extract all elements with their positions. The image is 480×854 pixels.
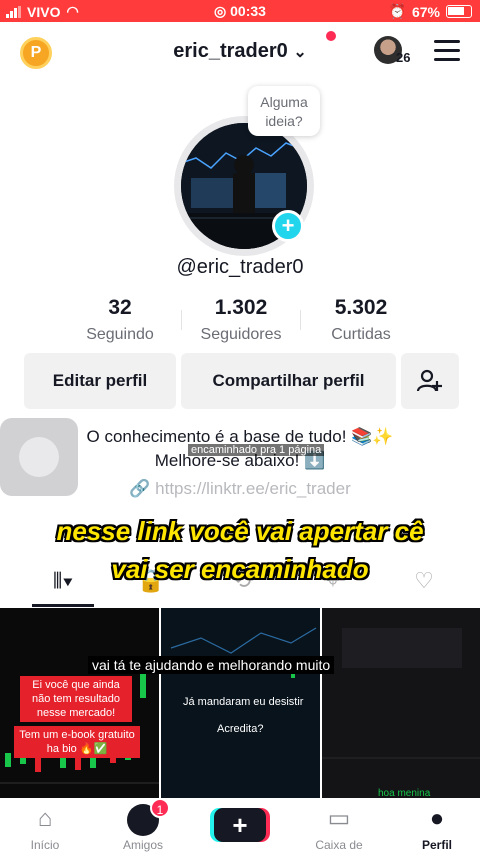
following-count: 32 xyxy=(108,296,132,319)
status-bar: VIVO ◠ ◎ 00:33 ⏰ 67% xyxy=(0,0,480,22)
stat-followers[interactable]: 1.302 Seguidores xyxy=(181,296,301,344)
video-label-1: Ei você que ainda não tem resultado ness… xyxy=(20,676,132,722)
nav-home[interactable]: ⌂ Início xyxy=(0,804,90,852)
friends-icon xyxy=(98,804,188,836)
share-profile-button[interactable]: Compartilhar perfil xyxy=(181,353,396,409)
video-text-1: Já mandaram eu desistir xyxy=(183,696,304,708)
likes-count: 5.302 xyxy=(334,296,388,319)
gray-thumbnail-image xyxy=(322,628,480,759)
note-bubble[interactable]: Alguma ideia? xyxy=(248,86,320,136)
friends-count: 26 xyxy=(396,50,411,65)
profile-header: P eric_trader0 ⌄ 26 xyxy=(0,22,480,82)
video-thumbnail[interactable]: Ei você que ainda não tem resultado ness… xyxy=(0,608,159,798)
battery-percent: 67% xyxy=(411,3,440,20)
alarm-icon: ◎ xyxy=(214,3,227,19)
username-label: eric_trader0 xyxy=(173,40,288,62)
chevron-down-icon: ⌄ xyxy=(293,44,307,61)
video-text-3: hoa menina xyxy=(378,788,431,798)
friends-badge: 1 xyxy=(150,798,170,818)
video-thumbnail[interactable]: hoa menina xyxy=(322,608,480,798)
link-icon: 🔗 xyxy=(129,479,151,498)
followers-label: Seguidores xyxy=(200,326,282,343)
caption-big-line-1: nesse link você vai apertar cê xyxy=(56,516,424,546)
stat-likes[interactable]: 5.302 Curtidas xyxy=(301,296,421,344)
likes-label: Curtidas xyxy=(331,326,391,343)
nav-inbox[interactable]: ▭ Caixa de entrada xyxy=(294,804,384,854)
followers-count: 1.302 xyxy=(214,296,268,319)
alarm-clock-icon: ⏰ xyxy=(388,3,406,19)
stat-following[interactable]: 32 Seguindo xyxy=(60,296,180,344)
create-button[interactable]: + xyxy=(214,808,266,842)
caption-bottom: vai tá te ajudando e melhorando muito xyxy=(88,656,335,674)
video-text-2: Acredita? xyxy=(217,723,264,735)
video-grid: Ei você que ainda não tem resultado ness… xyxy=(0,608,480,798)
inbox-icon: ▭ xyxy=(327,805,351,832)
clock: 00:33 xyxy=(230,3,266,19)
profile-handle: @eric_trader0 xyxy=(176,256,304,278)
active-tab-indicator xyxy=(32,604,94,607)
add-story-button[interactable]: + xyxy=(272,210,304,242)
video-label-2: Tem um e-book gratuito ha bio 🔥✅ xyxy=(14,726,140,758)
following-label: Seguindo xyxy=(86,326,154,343)
bio-link-text: https://linktr.ee/eric_trader xyxy=(155,479,351,498)
bio-link[interactable]: 🔗 https://linktr.ee/eric_trader xyxy=(0,479,480,499)
edit-profile-button[interactable]: Editar perfil xyxy=(24,353,176,409)
menu-icon[interactable] xyxy=(434,40,460,67)
notification-dot xyxy=(326,31,336,41)
nav-home-label: Início xyxy=(30,838,60,852)
nav-friends[interactable]: Amigos xyxy=(98,804,188,852)
nav-inbox-label: Caixa de entrada xyxy=(315,838,363,854)
nav-friends-label: Amigos xyxy=(122,838,163,852)
caption-big-line-2: vai ser encaminhado xyxy=(111,554,369,584)
video-thumbnail[interactable]: Já mandaram eu desistir Acredita? xyxy=(161,608,320,798)
battery-icon xyxy=(446,5,472,18)
caption-small: encaminhado pra 1 página xyxy=(188,444,325,456)
home-icon: ⌂ xyxy=(37,805,53,832)
profile-icon: ● xyxy=(429,805,445,832)
profile-stats: 32 Seguindo 1.302 Seguidores 5.302 Curti… xyxy=(0,296,480,346)
nav-profile-label: Perfil xyxy=(421,838,452,852)
add-friend-button[interactable] xyxy=(401,353,459,409)
add-user-icon xyxy=(416,369,442,392)
bottom-navigation: ⌂ Início Amigos 1 + ▭ Caixa de entrada ●… xyxy=(0,798,480,854)
nav-profile[interactable]: ● Perfil xyxy=(392,804,480,852)
